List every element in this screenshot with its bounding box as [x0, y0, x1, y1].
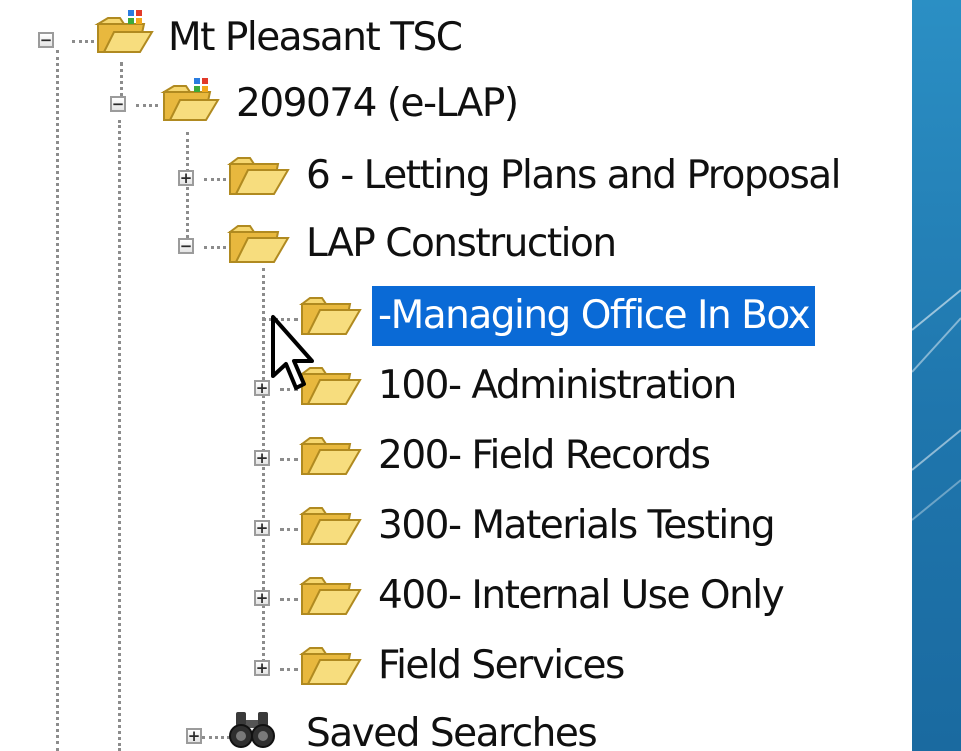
tree-connector-line [280, 388, 298, 391]
expand-expander[interactable]: + [254, 520, 270, 536]
expand-expander[interactable]: + [254, 590, 270, 606]
tree-connector-line [204, 246, 226, 249]
tree-connector-line [204, 178, 226, 181]
tree-connector-line [280, 458, 298, 461]
folder-icon [299, 297, 362, 335]
tree-connector-line [118, 120, 121, 751]
tree-node-label: Field Services [378, 643, 625, 688]
folder-icon [227, 157, 290, 195]
collapse-expander[interactable]: − [178, 238, 194, 254]
expand-expander[interactable]: + [186, 728, 202, 744]
tree-node-label: 209074 (e-LAP) [236, 81, 519, 126]
folder-icon [227, 225, 290, 263]
tree-connector-line [202, 736, 230, 739]
collapse-expander[interactable]: − [38, 32, 54, 48]
special-folder-icon [94, 10, 154, 53]
folder-icon [299, 367, 362, 405]
tree-connector-line [280, 528, 298, 531]
tree-connector-line [56, 50, 59, 751]
tree-node-label: LAP Construction [306, 221, 617, 266]
tree-node-label: Saved Searches [306, 711, 598, 751]
tree-node-label: Mt Pleasant TSC [168, 15, 463, 60]
tree-node-label: 300- Materials Testing [378, 503, 776, 548]
tree-node-label: 200- Field Records [378, 433, 711, 478]
folder-tree-panel: − Mt Pleasant TSC − 209074 (e-LAP) + 6 -… [0, 0, 912, 751]
tree-node-label: 6 - Letting Plans and Proposal [306, 153, 842, 198]
folder-icon [299, 507, 362, 545]
tree-connector-line [262, 268, 265, 668]
tree-connector-line [136, 104, 158, 107]
tree-connector-line [72, 40, 94, 43]
special-folder-icon [160, 78, 220, 121]
expand-expander[interactable]: + [254, 450, 270, 466]
expand-expander[interactable]: + [254, 660, 270, 676]
tree-connector-line [280, 598, 298, 601]
expand-expander[interactable]: + [178, 170, 194, 186]
tree-connector-line [186, 132, 189, 250]
folder-icon [299, 577, 362, 615]
folder-icon [299, 647, 362, 685]
tree-node-label: 400- Internal Use Only [378, 573, 785, 618]
folder-icon [299, 437, 362, 475]
tree-connector-line [262, 318, 298, 321]
expand-expander[interactable]: + [254, 380, 270, 396]
binoculars-icon [229, 712, 275, 748]
tree-node-label: 100- Administration [378, 363, 737, 408]
selected-tree-node-label: -Managing Office In Box [372, 286, 816, 346]
tree-connector-line [280, 668, 298, 671]
collapse-expander[interactable]: − [110, 96, 126, 112]
